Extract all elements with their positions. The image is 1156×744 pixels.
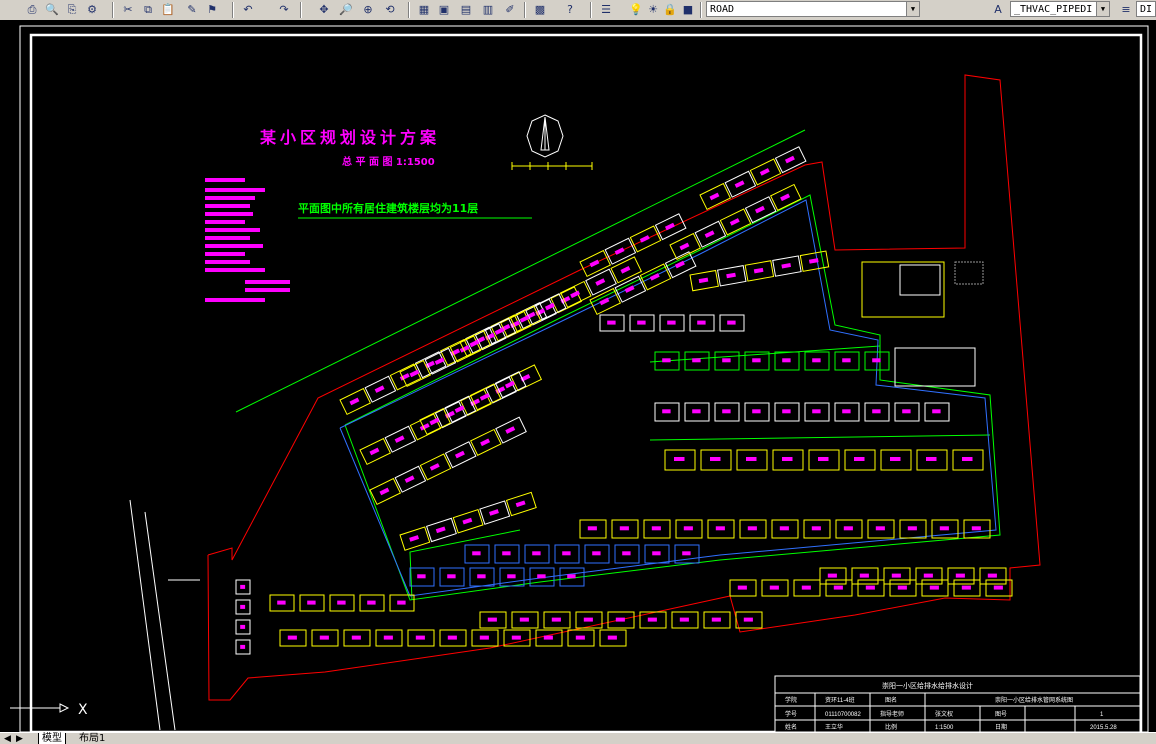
redo-icon[interactable]: ↷	[276, 2, 292, 18]
text-style-icon[interactable]: A	[990, 2, 1006, 18]
legend-bar	[205, 252, 245, 256]
drawing-title: 某小区规划设计方案	[259, 128, 440, 147]
help-icon[interactable]: ?	[562, 2, 578, 18]
properties-icon[interactable]: ▦	[416, 2, 432, 18]
bulb-icon[interactable]: 💡	[628, 2, 644, 18]
drawing-canvas[interactable]: 某小区规划设计方案 总 平 面 图 1:1500 平面图中所有居住建筑楼层均为1…	[0, 20, 1156, 732]
markup-icon[interactable]: ✐	[502, 2, 518, 18]
layer-dropdown-value: ROAD	[710, 4, 735, 15]
legend-bar	[205, 220, 245, 224]
tb-cell: 日期	[995, 723, 1007, 731]
legend-bar	[245, 288, 290, 292]
pan-icon[interactable]: ✥	[316, 2, 332, 18]
legend-bar	[205, 244, 263, 248]
zoom-window-icon[interactable]: ⊕	[360, 2, 376, 18]
drawing-subtitle: 总 平 面 图 1:1500	[342, 155, 435, 168]
tab-last-icon[interactable]: ▶	[16, 733, 23, 744]
tab-model[interactable]: 模型	[38, 733, 66, 744]
legend-bar	[205, 236, 250, 240]
legend-bar	[205, 188, 265, 192]
legend-bar	[205, 178, 245, 182]
tb-cell: 崇阳一小区给排水管网系统图	[995, 696, 1073, 704]
legend-bar	[205, 298, 265, 302]
tb-cell: 比例	[885, 723, 897, 731]
legend-bar	[205, 212, 253, 216]
toolbar-separator	[700, 2, 702, 18]
copy-icon[interactable]: ⧉	[140, 2, 156, 18]
legend-bar	[245, 280, 290, 284]
match-icon[interactable]: ⚑	[204, 2, 220, 18]
svg-text:X: X	[78, 702, 88, 718]
tool-palettes-icon[interactable]: ▤	[458, 2, 474, 18]
tb-cell: 指导老师	[880, 710, 904, 718]
layer-dropdown[interactable]: ROAD ▼	[706, 1, 920, 17]
layout-tabs-bar: ◀ ▶ 模型 布局1	[0, 732, 1156, 744]
chevron-down-icon[interactable]: ▼	[1096, 2, 1109, 16]
tab-layout1[interactable]: 布局1	[76, 733, 108, 744]
sun-icon[interactable]: ☀	[645, 2, 661, 18]
tb-cell: 图号	[995, 711, 1007, 718]
zoom-realtime-icon[interactable]: 🔎	[338, 2, 354, 18]
tb-cell: 资环11-4班	[825, 696, 855, 704]
tb-cell: 1:1500	[935, 725, 954, 731]
toolbar-separator	[112, 2, 114, 18]
legend-bar	[205, 268, 265, 272]
tb-cell: 01110700082	[825, 712, 861, 718]
tb-cell: 2015.5.28	[1090, 725, 1117, 731]
tb-cell: 学号	[785, 710, 797, 718]
style-dropdown-value: _THVAC_PIPEDI	[1014, 4, 1093, 15]
lock-icon[interactable]: 🔒	[662, 2, 678, 18]
publish-icon[interactable]: ⎘	[64, 2, 80, 18]
toolbar-separator	[232, 2, 234, 18]
plot-icon[interactable]: ⚙	[84, 2, 100, 18]
tab-first-icon[interactable]: ◀	[4, 733, 11, 744]
design-center-icon[interactable]: ▣	[436, 2, 452, 18]
drawing-note: 平面图中所有居住建筑楼层均为11层	[298, 201, 478, 215]
cut-icon[interactable]: ✂	[120, 2, 136, 18]
right-dropdown[interactable]: DI	[1136, 1, 1156, 17]
chevron-down-icon[interactable]: ▼	[906, 2, 919, 16]
tb-cell: 姓名	[785, 723, 797, 731]
brush-icon[interactable]: ✎	[184, 2, 200, 18]
title-block: 崇阳一小区给排水给排水设计 学院 资环11-4班 图名 崇阳一小区给排水管网系统…	[774, 675, 1141, 732]
title-block-header: 崇阳一小区给排水给排水设计	[882, 681, 973, 690]
tb-cell: 学院	[785, 696, 797, 704]
color-icon[interactable]: ■	[680, 2, 696, 18]
undo-icon[interactable]: ↶	[240, 2, 256, 18]
toolbar-separator	[590, 2, 592, 18]
calculator-icon[interactable]: ▩	[532, 2, 548, 18]
tb-cell: 张文权	[935, 710, 953, 718]
paste-icon[interactable]: 📋	[160, 2, 176, 18]
zoom-previous-icon[interactable]: ⟲	[382, 2, 398, 18]
dim-style-icon[interactable]: ≡	[1118, 2, 1134, 18]
legend-bar	[205, 228, 260, 232]
layers-icon[interactable]: ☰	[598, 2, 614, 18]
tb-cell: 图名	[885, 696, 897, 704]
standard-toolbar: ⎙ 🔍 ⎘ ⚙ ✂ ⧉ 📋 ✎ ⚑ ↶ ↷ ✥ 🔎 ⊕ ⟲ ▦ ▣ ▤ ▥ ✐ ▩? ☰ 💡 ☀ 🔒 ■ A ≡ ROAD ▼ _TH…	[0, 0, 1156, 21]
preview-icon[interactable]: 🔍	[44, 2, 60, 18]
toolbar-separator	[408, 2, 410, 18]
legend-bar	[205, 260, 250, 264]
print-icon[interactable]: ⎙	[24, 2, 40, 18]
tb-cell: 王立华	[825, 723, 843, 731]
style-dropdown[interactable]: _THVAC_PIPEDI ▼	[1010, 1, 1110, 17]
right-dropdown-value: DI	[1140, 4, 1153, 15]
toolbar-separator	[300, 2, 302, 18]
legend-bar	[205, 196, 255, 200]
sheet-set-icon[interactable]: ▥	[480, 2, 496, 18]
legend-bar	[205, 204, 250, 208]
toolbar-separator	[524, 2, 526, 18]
